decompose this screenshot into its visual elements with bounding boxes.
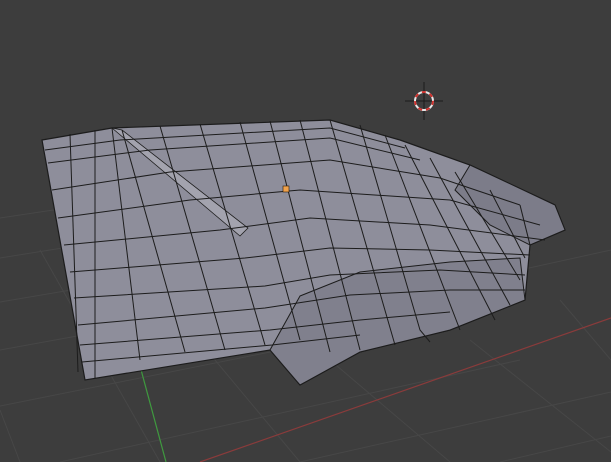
- viewport-canvas[interactable]: [0, 0, 611, 462]
- object-origin-icon[interactable]: [282, 185, 290, 193]
- 3d-cursor-icon[interactable]: [405, 82, 443, 120]
- mesh-object[interactable]: [41, 119, 566, 386]
- 3d-viewport[interactable]: [0, 0, 611, 462]
- y-axis-line: [139, 365, 167, 462]
